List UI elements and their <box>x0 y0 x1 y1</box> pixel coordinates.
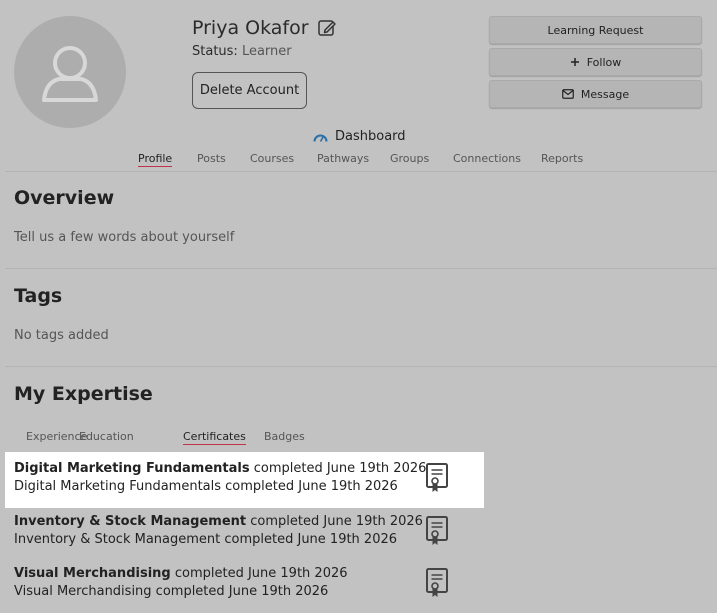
tab-education[interactable]: Education <box>79 430 134 443</box>
certificate-name: Visual Merchandising <box>14 566 171 581</box>
certificate-description: Inventory & Stock Management completed J… <box>14 532 398 547</box>
divider <box>5 366 717 367</box>
tab-badges[interactable]: Badges <box>264 430 305 443</box>
certificate-status: completed June 19th 2026 <box>253 461 427 476</box>
divider <box>5 268 717 269</box>
tab-profile[interactable]: Profile <box>138 152 173 167</box>
certificate-icon[interactable] <box>425 462 449 494</box>
learning-request-label: Learning Request <box>547 23 644 37</box>
certificate-description: Visual Merchandising completed June 19th… <box>14 584 329 599</box>
user-silhouette-icon <box>42 46 98 102</box>
status-line: Status: Learner <box>192 44 292 59</box>
profile-tabs: Profile Posts Courses Pathways Groups Co… <box>0 152 717 170</box>
certificate-item[interactable]: Visual Merchandising completed June 19th… <box>5 557 484 613</box>
certificate-status: completed June 19th 2026 <box>250 514 423 529</box>
dashboard-link[interactable]: Dashboard <box>313 129 406 144</box>
certificate-item[interactable]: Inventory & Stock Management completed J… <box>5 505 484 561</box>
tab-certificates[interactable]: Certificates <box>183 430 246 445</box>
tab-reports[interactable]: Reports <box>541 152 583 165</box>
profile-name-row: Priya Okafor <box>192 17 337 39</box>
certificate-name: Digital Marketing Fundamentals <box>14 461 250 476</box>
dashboard-label: Dashboard <box>335 129 406 144</box>
edit-pencil-icon[interactable] <box>317 18 337 38</box>
status-label: Status: <box>192 44 238 59</box>
expertise-heading: My Expertise <box>14 383 153 405</box>
plus-icon <box>570 58 579 66</box>
certificate-icon[interactable] <box>425 567 449 599</box>
avatar <box>14 16 126 128</box>
certificate-item[interactable]: Digital Marketing Fundamentals completed… <box>5 452 484 508</box>
delete-account-label: Delete Account <box>199 83 300 98</box>
certificate-description: Digital Marketing Fundamentals completed… <box>14 479 398 494</box>
gauge-icon <box>313 134 328 142</box>
divider <box>5 171 717 172</box>
learning-request-button[interactable]: Learning Request <box>489 16 702 44</box>
tab-posts[interactable]: Posts <box>197 152 226 165</box>
delete-account-button[interactable]: Delete Account <box>192 72 307 109</box>
certificate-status: completed June 19th 2026 <box>174 566 348 581</box>
profile-name: Priya Okafor <box>192 17 309 39</box>
message-button[interactable]: Message <box>489 80 702 108</box>
certificate-name: Inventory & Stock Management <box>14 514 247 529</box>
tab-courses[interactable]: Courses <box>250 152 294 165</box>
overview-text: Tell us a few words about yourself <box>14 230 235 245</box>
follow-button[interactable]: Follow <box>489 48 702 76</box>
message-label: Message <box>580 87 630 101</box>
follow-label: Follow <box>586 55 622 69</box>
tags-text: No tags added <box>14 328 109 343</box>
status-value: Learner <box>241 44 292 59</box>
tags-heading: Tags <box>14 285 63 307</box>
tab-pathways[interactable]: Pathways <box>317 152 369 165</box>
tab-connections[interactable]: Connections <box>453 152 521 165</box>
overview-heading: Overview <box>14 187 115 209</box>
envelope-icon <box>562 89 574 99</box>
certificate-icon[interactable] <box>425 515 449 547</box>
tab-groups[interactable]: Groups <box>390 152 429 165</box>
